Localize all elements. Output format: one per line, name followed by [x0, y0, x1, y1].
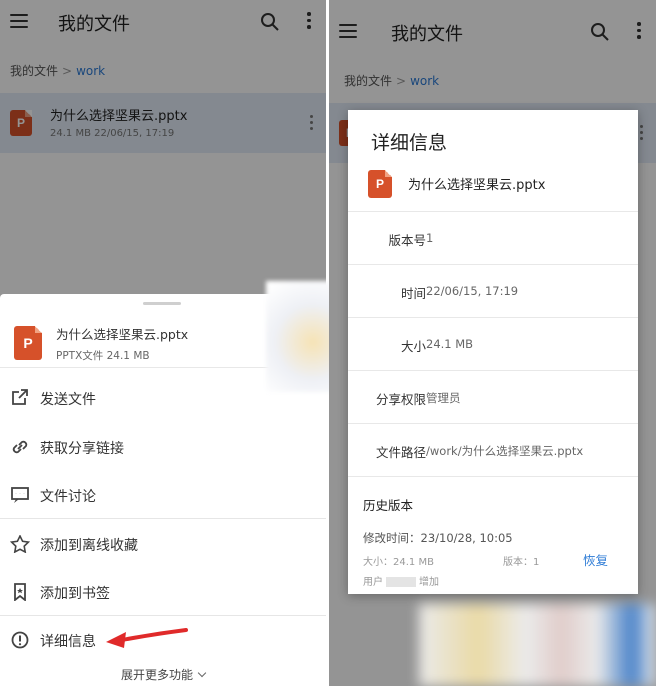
history-version: 版本：1 — [503, 557, 540, 568]
history-size: 大小：24.1 MB — [363, 557, 434, 568]
blurred-watermark — [419, 604, 656, 686]
expand-more-label: 展开更多功能 — [120, 668, 193, 682]
restore-button[interactable]: 恢复 — [583, 550, 608, 569]
detail-row-path: 文件路径 /work/为什么选择坚果云.pptx — [348, 424, 638, 477]
sheet-file-name: 为什么选择坚果云.pptx — [56, 327, 189, 342]
action-discussion[interactable]: 文件讨论 — [0, 471, 326, 519]
chevron-down-icon — [197, 668, 207, 678]
detail-value: 24.1 MB — [426, 337, 474, 351]
detail-key: 文件路径 — [375, 445, 426, 460]
dialog-file-name: 为什么选择坚果云.pptx — [408, 178, 546, 193]
action-offline-favorite[interactable]: 添加到离线收藏 — [0, 520, 326, 568]
action-label: 添加到离线收藏 — [40, 538, 138, 554]
history-user-prefix: 用户 — [363, 577, 383, 588]
history-user: 用户 增加 — [363, 573, 439, 588]
detail-key: 大小 — [400, 339, 426, 354]
detail-row-version: 版本号 1 — [348, 212, 638, 265]
detail-row-permission: 分享权限 管理员 — [348, 371, 638, 424]
sheet-handle[interactable] — [143, 302, 181, 305]
redacted-username — [386, 577, 416, 587]
action-share-link[interactable]: 获取分享链接 — [0, 423, 326, 471]
detail-row-size: 大小 24.1 MB — [348, 318, 638, 371]
pptx-file-icon: P — [14, 326, 42, 360]
info-icon — [11, 631, 29, 649]
details-dialog: 详细信息 P 为什么选择坚果云.pptx 版本号 1 时间 22/06/15, … — [348, 110, 638, 594]
chat-icon — [11, 487, 29, 503]
detail-value: 22/06/15, 17:19 — [426, 284, 519, 298]
history-user-suffix: 增加 — [419, 577, 439, 588]
link-icon — [12, 440, 28, 454]
share-out-icon — [12, 389, 28, 405]
history-title: 历史版本 — [363, 498, 414, 513]
action-label: 添加到书签 — [40, 586, 110, 602]
action-label: 文件讨论 — [40, 489, 96, 505]
detail-key: 分享权限 — [375, 392, 426, 407]
right-screen: 我的文件 我的文件>work P 详细信息 P 为什么选择坚果云.pptx 版本… — [329, 0, 656, 686]
action-label: 获取分享链接 — [40, 441, 124, 457]
history-modified-time: 修改时间：23/10/28, 10:05 — [363, 531, 513, 545]
dialog-file-header: P 为什么选择坚果云.pptx — [348, 160, 638, 212]
pptx-file-icon: P — [368, 170, 392, 198]
sheet-file-meta: PPTX文件 24.1 MB — [56, 350, 150, 362]
detail-value: 管理员 — [426, 391, 461, 405]
action-label: 详细信息 — [40, 634, 96, 650]
detail-key: 版本号 — [388, 233, 426, 248]
detail-value[interactable]: /work/为什么选择坚果云.pptx — [426, 443, 583, 459]
expand-more-button[interactable]: 展开更多功能 — [0, 666, 326, 683]
bookmark-icon — [14, 583, 26, 601]
red-arrow-annotation — [106, 628, 188, 648]
star-icon — [10, 535, 30, 553]
action-label: 发送文件 — [40, 392, 96, 408]
action-add-bookmark[interactable]: 添加到书签 — [0, 568, 326, 616]
dialog-title: 详细信息 — [371, 132, 448, 154]
detail-value: 1 — [426, 231, 434, 245]
detail-key: 时间 — [400, 286, 426, 301]
detail-row-time: 时间 22/06/15, 17:19 — [348, 265, 638, 318]
